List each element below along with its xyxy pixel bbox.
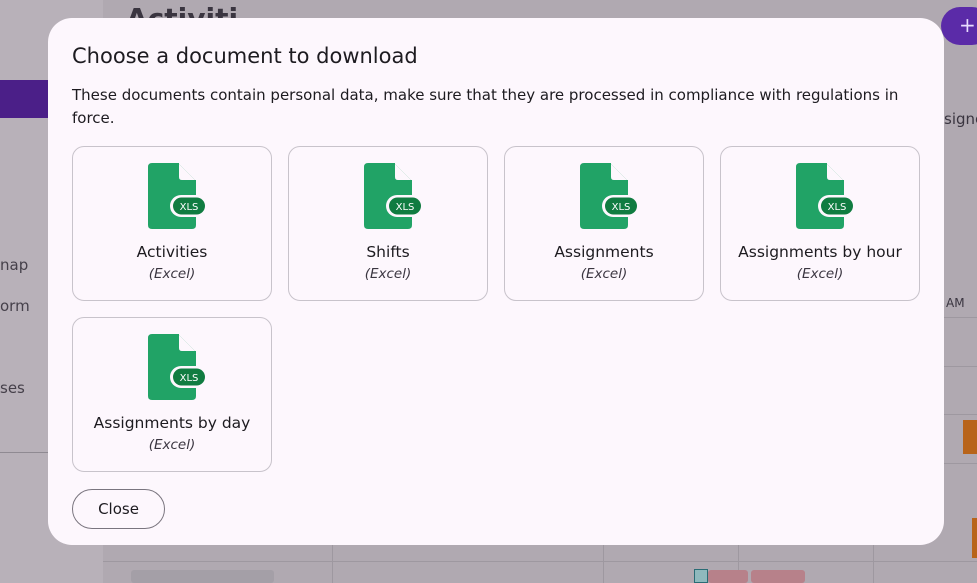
document-format: (Excel)	[364, 266, 412, 282]
document-format: (Excel)	[148, 266, 196, 282]
event-block	[751, 570, 805, 583]
document-label: Shifts	[366, 243, 410, 261]
add-button: +	[941, 7, 977, 45]
grid-line	[944, 366, 977, 367]
document-format: (Excel)	[148, 437, 196, 453]
sidebar-item-label: nap	[0, 256, 29, 274]
grid-line	[944, 414, 977, 415]
grid-line	[944, 463, 977, 464]
excel-file-icon: XLS	[796, 163, 856, 229]
file-badge-text: XLS	[180, 373, 199, 384]
sidebar-divider	[0, 452, 48, 453]
close-button[interactable]: Close	[72, 489, 165, 529]
grid-line	[873, 545, 874, 583]
warning-event-block	[963, 420, 977, 454]
upload-icon	[694, 569, 708, 583]
time-label: AM	[946, 296, 965, 310]
file-badge-text: XLS	[828, 202, 847, 213]
excel-file-icon: XLS	[148, 334, 208, 400]
file-badge-text: XLS	[396, 202, 415, 213]
document-card-assignments-by-hour[interactable]: XLS Assignments by hour (Excel)	[720, 146, 920, 301]
document-format: (Excel)	[580, 266, 628, 282]
excel-file-icon: XLS	[364, 163, 424, 229]
download-dialog: Choose a document to download These docu…	[48, 18, 944, 545]
warning-event-block	[972, 518, 977, 558]
document-format: (Excel)	[796, 266, 844, 282]
document-label: Assignments by hour	[738, 243, 902, 261]
grid-line	[944, 317, 977, 318]
document-card-activities[interactable]: XLS Activities (Excel)	[72, 146, 272, 301]
grid-line	[603, 545, 604, 583]
document-card-assignments-by-day[interactable]: XLS Assignments by day (Excel)	[72, 317, 272, 472]
document-label: Activities	[136, 243, 208, 261]
event-block	[708, 570, 748, 583]
column-header-text: signe	[944, 110, 977, 128]
row-chip	[131, 570, 274, 583]
document-card-assignments[interactable]: XLS Assignments (Excel)	[504, 146, 704, 301]
grid-line	[103, 561, 977, 562]
document-label: Assignments	[554, 243, 654, 261]
sidebar-item-label: orm	[0, 297, 30, 315]
file-badge-text: XLS	[180, 202, 199, 213]
document-card-shifts[interactable]: XLS Shifts (Excel)	[288, 146, 488, 301]
document-label: Assignments by day	[93, 414, 251, 432]
sidebar-active-item	[0, 80, 48, 118]
excel-file-icon: XLS	[580, 163, 640, 229]
excel-file-icon: XLS	[148, 163, 208, 229]
file-badge-text: XLS	[612, 202, 631, 213]
sidebar-item-label: ses	[0, 379, 25, 397]
dialog-title: Choose a document to download	[72, 44, 418, 68]
dialog-description: These documents contain personal data, m…	[72, 86, 899, 127]
grid-line	[332, 545, 333, 583]
